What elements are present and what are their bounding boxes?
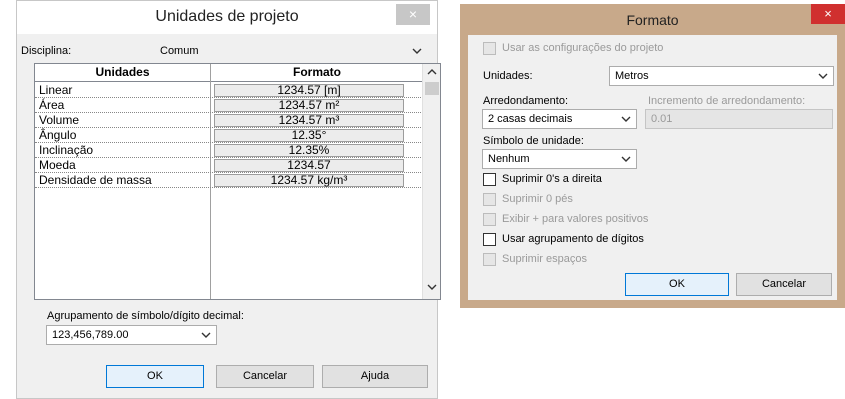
ok-button[interactable]: OK bbox=[106, 365, 204, 388]
chevron-down-icon bbox=[200, 328, 212, 342]
chevron-down-icon bbox=[620, 112, 632, 126]
table-row[interactable]: Densidade de massa 1234.57 kg/m³ bbox=[35, 173, 421, 188]
help-button[interactable]: Ajuda bbox=[322, 365, 428, 388]
title-bar: Unidades de projeto × bbox=[17, 1, 437, 34]
grouping-select[interactable]: 123,456,789.00 bbox=[46, 325, 217, 345]
column-header-units: Unidades bbox=[95, 65, 150, 79]
disciplina-label: Disciplina: bbox=[21, 45, 72, 57]
suprimir-direita-checkbox[interactable] bbox=[483, 173, 496, 186]
format-button[interactable]: 1234.57 bbox=[214, 159, 404, 172]
grouping-label: Agrupamento de símbolo/dígito decimal: bbox=[47, 310, 244, 322]
unit-name: Área bbox=[39, 98, 65, 112]
exibir-positivos-checkbox[interactable] bbox=[483, 213, 496, 226]
arredondamento-select[interactable]: 2 casas decimais bbox=[482, 109, 637, 129]
unidades-value: Metros bbox=[615, 70, 649, 82]
unidades-select[interactable]: Metros bbox=[609, 66, 834, 86]
incremento-label: Incremento de arredondamento: bbox=[648, 95, 806, 107]
close-button[interactable]: × bbox=[396, 4, 430, 25]
unit-name: Volume bbox=[39, 113, 80, 127]
chevron-down-icon bbox=[817, 69, 829, 83]
suprimir-direita-label: Suprimir 0's a direita bbox=[502, 173, 602, 185]
unit-name: Linear bbox=[39, 83, 73, 97]
column-header-format: Formato bbox=[293, 65, 341, 79]
simbolo-value: Nenhum bbox=[488, 153, 530, 165]
use-project-settings-label: Usar as configurações do projeto bbox=[502, 42, 664, 54]
suprimir-espacos-checkbox[interactable] bbox=[483, 253, 496, 266]
simbolo-label: Símbolo de unidade: bbox=[483, 135, 584, 147]
unit-name: Densidade de massa bbox=[39, 173, 152, 187]
table-row[interactable]: Ângulo 12.35° bbox=[35, 128, 421, 143]
incremento-value: 0.01 bbox=[651, 113, 673, 125]
chevron-down-icon bbox=[411, 45, 423, 59]
project-units-dialog: Unidades de projeto × Disciplina: Comum … bbox=[16, 0, 441, 399]
scroll-up-icon[interactable] bbox=[426, 67, 438, 80]
units-table: Unidades Formato Linear 1234.57 [m] Área… bbox=[34, 63, 441, 300]
cancel-button[interactable]: Cancelar bbox=[736, 273, 832, 296]
suprimir-pes-checkbox[interactable] bbox=[483, 193, 496, 206]
usar-agrupamento-label: Usar agrupamento de dígitos bbox=[502, 233, 644, 245]
format-button[interactable]: 12.35° bbox=[214, 129, 404, 142]
format-button[interactable]: 1234.57 kg/m³ bbox=[214, 174, 404, 187]
cancel-button[interactable]: Cancelar bbox=[216, 365, 314, 388]
arredondamento-value: 2 casas decimais bbox=[488, 113, 573, 125]
unit-name: Moeda bbox=[39, 158, 76, 172]
chevron-down-icon bbox=[620, 152, 632, 166]
format-button[interactable]: 1234.57 m³ bbox=[214, 114, 404, 127]
unit-name: Inclinação bbox=[39, 143, 94, 157]
usar-agrupamento-checkbox[interactable] bbox=[483, 233, 496, 246]
table-row[interactable]: Moeda 1234.57 bbox=[35, 158, 421, 173]
close-button[interactable]: × bbox=[811, 4, 845, 24]
arredondamento-label: Arredondamento: bbox=[483, 95, 568, 107]
dialog-title: Formato bbox=[626, 12, 679, 28]
unidades-label: Unidades: bbox=[483, 70, 533, 82]
table-header: Unidades Formato bbox=[35, 64, 423, 82]
table-row[interactable]: Linear 1234.57 [m] bbox=[35, 83, 421, 98]
format-button[interactable]: 1234.57 [m] bbox=[214, 84, 404, 97]
use-project-settings-checkbox[interactable] bbox=[483, 42, 496, 55]
exibir-positivos-label: Exibir + para valores positivos bbox=[502, 213, 649, 225]
suprimir-pes-label: Suprimir 0 pés bbox=[502, 193, 573, 205]
table-row[interactable]: Inclinação 12.35% bbox=[35, 143, 421, 158]
dialog-title: Unidades de projeto bbox=[155, 8, 299, 25]
format-dialog: Formato × Usar as configurações do proje… bbox=[460, 4, 845, 308]
unit-name: Ângulo bbox=[39, 128, 77, 142]
format-button[interactable]: 12.35% bbox=[214, 144, 404, 157]
grouping-value: 123,456,789.00 bbox=[52, 329, 129, 341]
simbolo-select[interactable]: Nenhum bbox=[482, 149, 637, 169]
disciplina-select[interactable]: Comum bbox=[157, 41, 427, 61]
disciplina-value: Comum bbox=[160, 45, 199, 57]
incremento-input[interactable]: 0.01 bbox=[645, 109, 833, 129]
table-row[interactable]: Volume 1234.57 m³ bbox=[35, 113, 421, 128]
suprimir-espacos-label: Suprimir espaços bbox=[502, 253, 587, 265]
table-scrollbar[interactable] bbox=[422, 64, 440, 299]
format-button[interactable]: 1234.57 m² bbox=[214, 99, 404, 112]
ok-button[interactable]: OK bbox=[625, 273, 729, 296]
table-row[interactable]: Área 1234.57 m² bbox=[35, 98, 421, 113]
scroll-thumb[interactable] bbox=[425, 82, 439, 95]
scroll-down-icon[interactable] bbox=[426, 282, 438, 295]
format-dialog-body: Usar as configurações do projeto Unidade… bbox=[468, 35, 837, 300]
